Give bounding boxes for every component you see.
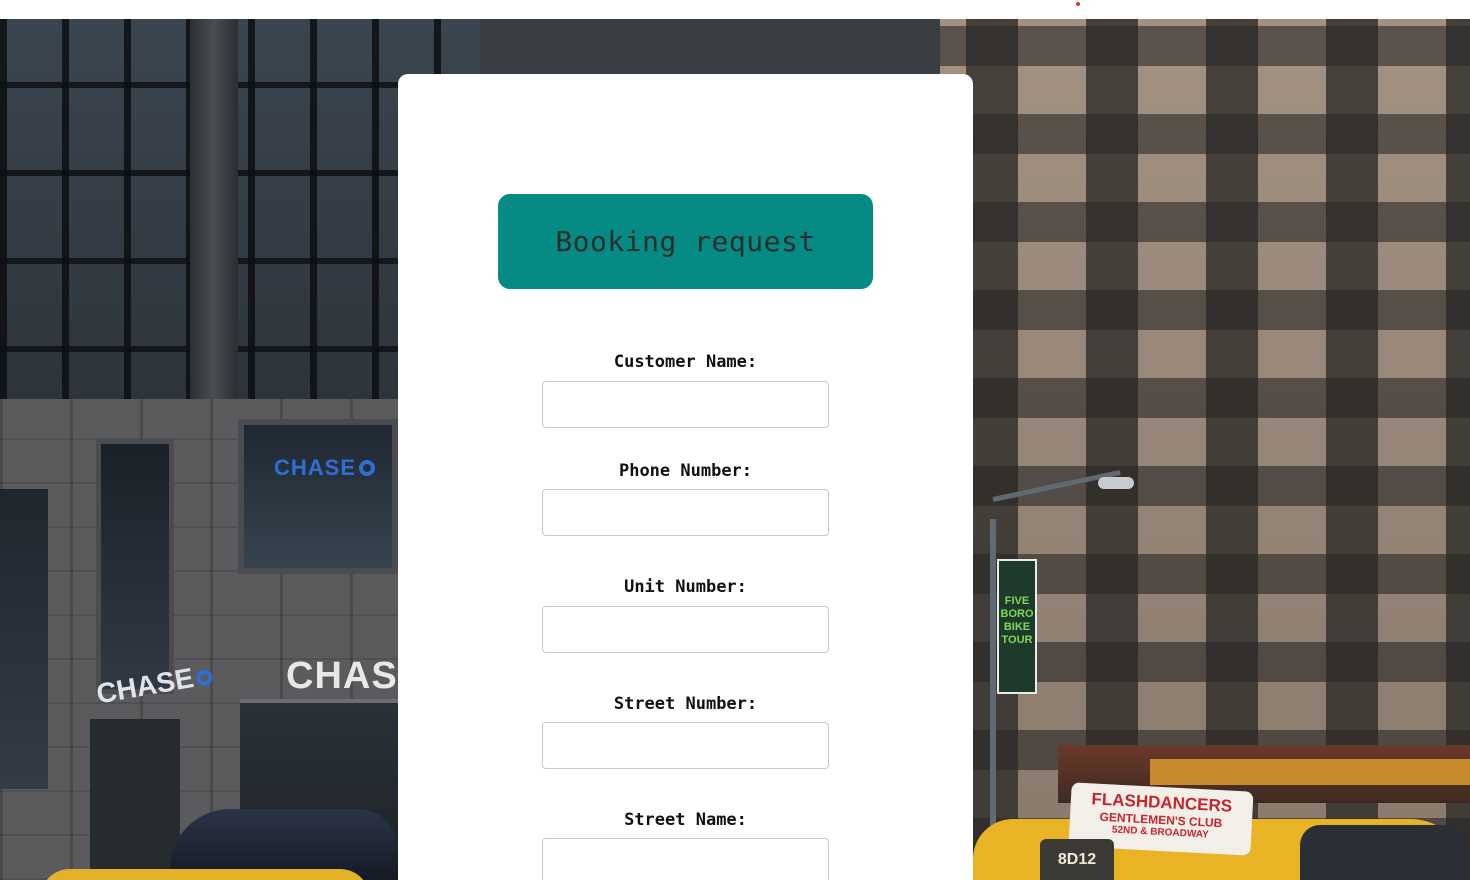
taxi-window — [1300, 825, 1470, 880]
banner-line: BORO — [1000, 608, 1034, 620]
streetlamp-icon — [1098, 477, 1134, 489]
bike-tour-banner: FIVE BORO BIKE TOUR — [997, 559, 1037, 694]
form-title-banner: Booking request — [498, 194, 873, 289]
street-name-input[interactable] — [542, 838, 829, 880]
street-name-label: Street Name: — [624, 810, 747, 830]
phone-number-label: Phone Number: — [618, 461, 753, 481]
street-number-label: Street Number: — [613, 694, 758, 714]
storefront-sign — [1150, 759, 1470, 785]
taxi-medallion: 8D12 — [1040, 839, 1114, 880]
customer-name-label: Customer Name: — [613, 352, 758, 372]
unit-number-input[interactable] — [542, 606, 829, 653]
chase-sign-upper: CHASE — [274, 455, 376, 481]
form-title: Booking request — [555, 225, 816, 258]
bank-window — [0, 489, 48, 789]
chase-logo-icon — [359, 460, 376, 476]
chase-sign-main: CHAS — [286, 655, 398, 697]
status-dot — [1076, 2, 1080, 6]
street-number-input[interactable] — [542, 722, 829, 769]
banner-line: TOUR — [1001, 634, 1033, 646]
top-bar — [0, 0, 1470, 19]
bank-window — [238, 419, 398, 574]
customer-name-input[interactable] — [542, 381, 829, 428]
taxi-cab — [40, 869, 370, 880]
bank-window — [96, 439, 174, 694]
chase-logo-icon — [195, 668, 214, 688]
phone-number-input[interactable] — [542, 489, 829, 536]
banner-line: FIVE — [1004, 595, 1030, 607]
unit-number-label: Unit Number: — [624, 577, 747, 597]
banner-line: BIKE — [1003, 621, 1031, 633]
booking-form-card: Booking request Customer Name: Phone Num… — [398, 74, 973, 880]
bank-entrance — [90, 719, 180, 880]
